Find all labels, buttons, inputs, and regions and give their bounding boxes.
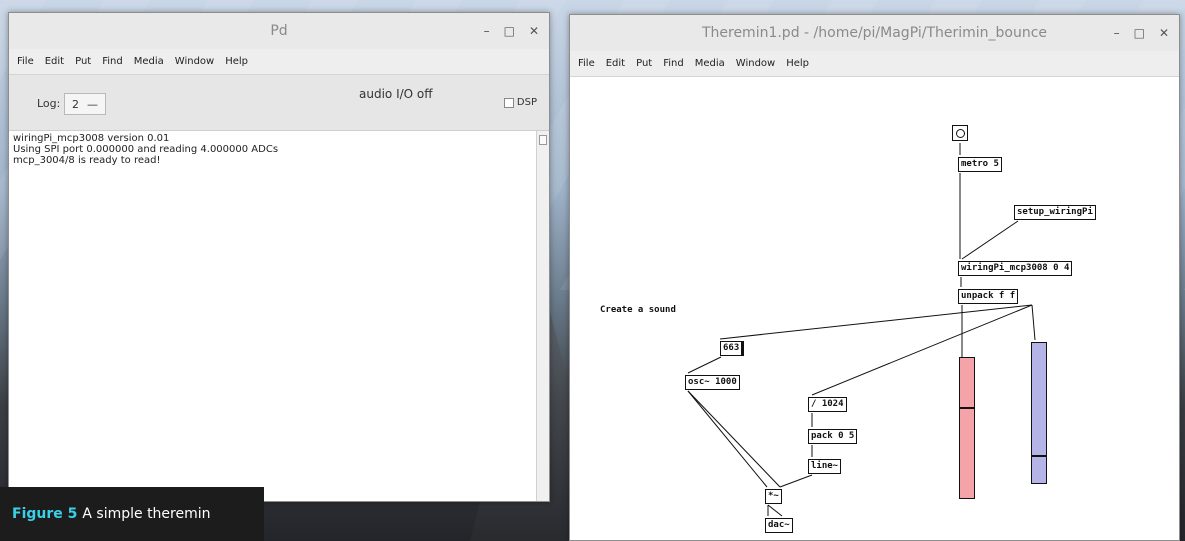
dsp-label: DSP xyxy=(516,97,537,108)
comment-text: Create a sound xyxy=(600,305,676,315)
pd-window-title: Pd xyxy=(270,23,288,39)
menu-help[interactable]: Help xyxy=(786,58,809,69)
dropdown-icon: — xyxy=(87,97,98,111)
minimize-icon[interactable]: – xyxy=(1114,26,1120,40)
vertical-slider-blue[interactable] xyxy=(1031,342,1047,484)
console-line: mcp_3004/8 is ready to read! xyxy=(13,155,161,166)
maximize-icon[interactable]: □ xyxy=(504,24,515,38)
caption-figure-number: Figure 5 xyxy=(12,506,78,522)
menu-window[interactable]: Window xyxy=(175,56,214,67)
dsp-checkbox[interactable] xyxy=(503,97,514,108)
dsp-toggle[interactable]: DSP xyxy=(503,97,537,108)
close-icon[interactable]: ✕ xyxy=(1159,26,1169,40)
menu-find[interactable]: Find xyxy=(663,58,684,69)
pd-main-window: Pd – □ ✕ File Edit Put Find Media Window… xyxy=(8,12,550,502)
pd-titlebar[interactable]: Pd – □ ✕ xyxy=(9,13,549,49)
slider-knob[interactable] xyxy=(960,407,974,409)
menu-file[interactable]: File xyxy=(578,58,595,69)
theremin-menubar: File Edit Put Find Media Window Help xyxy=(570,51,1179,77)
bang-toggle[interactable] xyxy=(952,125,968,141)
close-icon[interactable]: ✕ xyxy=(529,24,539,38)
audio-status-text: audio I/O off xyxy=(359,87,433,101)
mcp3008-object[interactable]: wiringPi_mcp3008 0 4 xyxy=(958,261,1073,276)
patch-canvas[interactable]: metro 5 setup_wiringPi wiringPi_mcp3008 … xyxy=(570,77,1179,540)
menu-edit[interactable]: Edit xyxy=(606,58,625,69)
menu-media[interactable]: Media xyxy=(695,58,725,69)
log-label: Log: xyxy=(37,97,61,110)
minimize-icon[interactable]: – xyxy=(484,24,490,38)
menu-window[interactable]: Window xyxy=(736,58,775,69)
menu-find[interactable]: Find xyxy=(102,56,123,67)
menu-help[interactable]: Help xyxy=(225,56,248,67)
number-box[interactable]: 663 xyxy=(720,341,745,356)
console-line: Using SPI port 0.000000 and reading 4.00… xyxy=(13,144,279,155)
figure-caption: Figure 5 A simple theremin xyxy=(0,487,264,541)
divide-object[interactable]: / 1024 xyxy=(808,397,847,412)
pd-console: wiringPi_mcp3008 version 0.01 Using SPI … xyxy=(9,131,537,501)
log-level-value: 2 xyxy=(72,97,79,111)
theremin-patch-window: Theremin1.pd - /home/pi/MagPi/Therimin_b… xyxy=(569,14,1180,541)
theremin-window-title: Theremin1.pd - /home/pi/MagPi/Therimin_b… xyxy=(701,25,1048,41)
caption-text: A simple theremin xyxy=(82,506,211,522)
maximize-icon[interactable]: □ xyxy=(1134,26,1145,40)
unpack-object[interactable]: unpack f f xyxy=(958,289,1019,304)
vertical-slider-red[interactable] xyxy=(959,357,975,499)
pd-menubar: File Edit Put Find Media Window Help xyxy=(9,49,549,75)
pd-toolbar: Log: 2 — audio I/O off DSP xyxy=(9,75,549,131)
menu-file[interactable]: File xyxy=(17,56,34,67)
menu-put[interactable]: Put xyxy=(636,58,652,69)
metro-object[interactable]: metro 5 xyxy=(958,157,1002,172)
pack-object[interactable]: pack 0 5 xyxy=(808,429,858,444)
menu-put[interactable]: Put xyxy=(75,56,91,67)
scrollbar-thumb[interactable] xyxy=(539,135,547,145)
console-scrollbar[interactable] xyxy=(536,131,549,501)
menu-media[interactable]: Media xyxy=(134,56,164,67)
slider-knob[interactable] xyxy=(1032,455,1046,457)
line-object[interactable]: line~ xyxy=(808,459,842,474)
osc-object[interactable]: osc~ 1000 xyxy=(685,375,740,390)
multiply-object[interactable]: *~ xyxy=(765,489,782,504)
console-line: wiringPi_mcp3008 version 0.01 xyxy=(13,133,170,144)
setup-wiringpi-object[interactable]: setup_wiringPi xyxy=(1014,205,1096,220)
log-level-select[interactable]: 2 — xyxy=(64,93,106,115)
dac-object[interactable]: dac~ xyxy=(765,518,793,533)
theremin-titlebar[interactable]: Theremin1.pd - /home/pi/MagPi/Therimin_b… xyxy=(570,15,1179,51)
menu-edit[interactable]: Edit xyxy=(45,56,64,67)
